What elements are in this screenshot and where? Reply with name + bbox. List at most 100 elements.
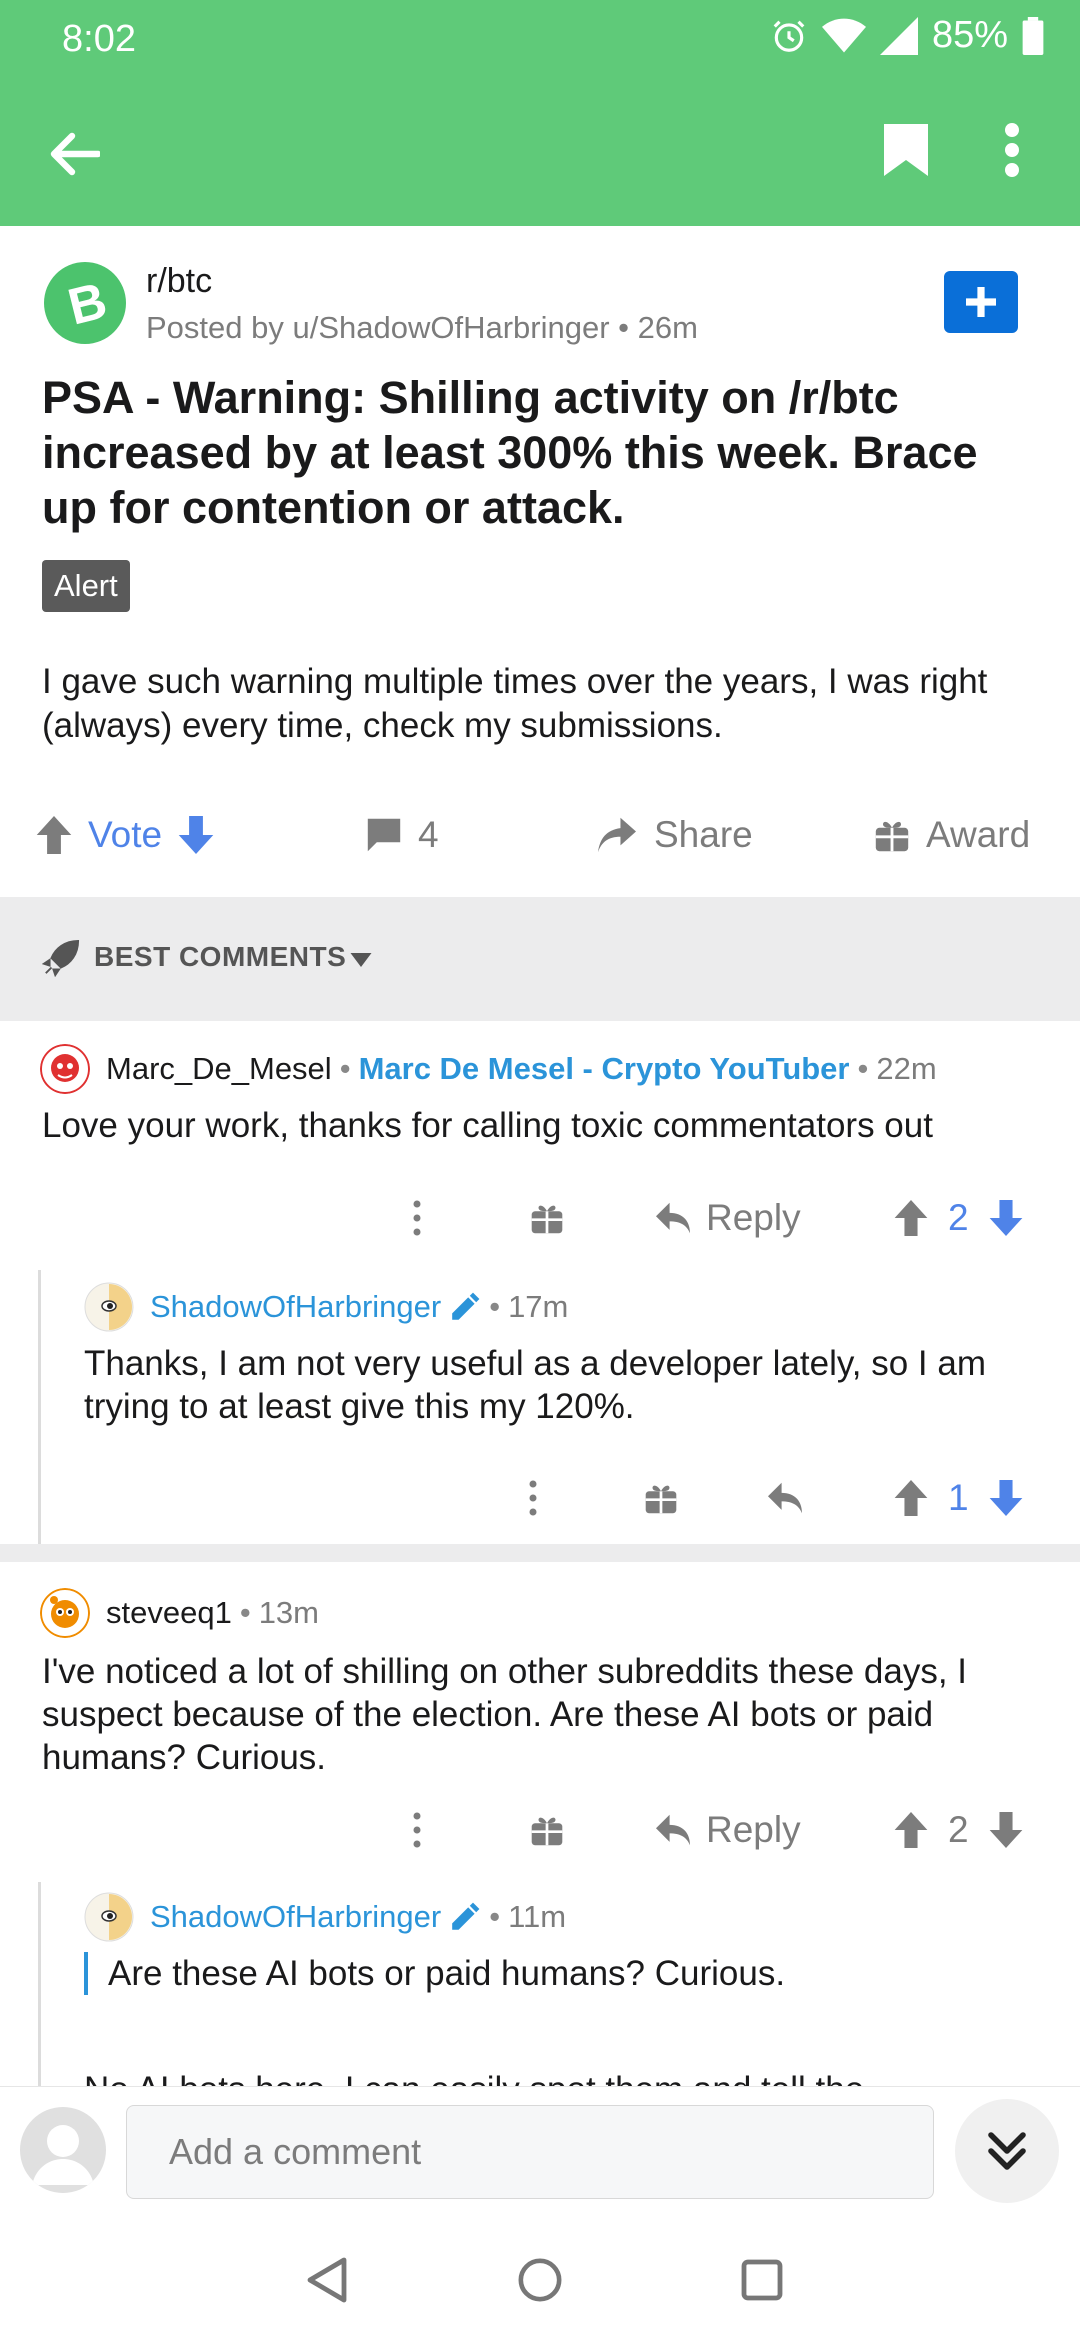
comment-body: Thanks, I am not very useful as a develo… (84, 1344, 987, 1426)
upvote-icon[interactable] (894, 1480, 928, 1516)
award-label: Award (926, 814, 1031, 855)
more-vert-icon (1005, 123, 1019, 177)
blockquote: Are these AI bots or paid humans? Curiou… (84, 1952, 1024, 1995)
svg-text:B: B (63, 275, 110, 331)
post-flair[interactable]: Alert (42, 560, 130, 612)
comment-body: Love your work, thanks for calling toxic… (42, 1106, 933, 1145)
back-arrow-icon (50, 132, 100, 176)
comment-header: ShadowOfHarbringer • 11m (84, 1892, 566, 1942)
reply-icon (768, 1482, 802, 1514)
award-button[interactable]: Award (874, 800, 1030, 870)
comment-time: 22m (876, 1051, 937, 1086)
subreddit-name[interactable]: r/btc (146, 262, 212, 301)
pencil-icon (452, 1902, 480, 1930)
reply-button[interactable]: Reply (654, 1798, 801, 1862)
downvote-icon[interactable] (178, 816, 214, 854)
gift-icon (531, 1817, 563, 1846)
comment-award-button[interactable] (644, 1466, 678, 1530)
comment-header: ShadowOfHarbringer • 17m (84, 1282, 568, 1332)
comment-body: I've noticed a lot of shilling on other … (42, 1652, 968, 1777)
pencil-icon (452, 1292, 480, 1320)
avatar[interactable] (20, 2107, 106, 2193)
avatar[interactable] (40, 1588, 90, 1638)
thread-divider (0, 1544, 1080, 1562)
comment-author[interactable]: ShadowOfHarbringer (150, 1899, 441, 1935)
share-button[interactable]: Share (596, 800, 753, 870)
post-header: B r/btc Posted by u/ShadowOfHarbringer •… (44, 258, 1044, 348)
comment-time: 11m (508, 1899, 567, 1934)
rocket-icon (42, 939, 80, 977)
comment-more-button[interactable] (528, 1466, 538, 1530)
comment-thread: Marc_De_Mesel • Marc De Mesel - Crypto Y… (0, 1022, 1080, 1550)
nav-recents-button[interactable] (732, 2250, 792, 2310)
battery-percent: 85% (931, 14, 1008, 56)
thread-line (38, 1882, 41, 2086)
subreddit-avatar[interactable]: B (44, 262, 126, 344)
comment-vote-control: 2 (894, 1798, 1023, 1862)
avatar[interactable] (40, 1044, 90, 1094)
upvote-icon[interactable] (36, 816, 72, 854)
comment-vote-control: 1 (894, 1466, 1023, 1530)
comments-button[interactable]: 4 (366, 800, 439, 870)
upvote-icon[interactable] (894, 1200, 928, 1236)
user-icon (32, 2125, 94, 2185)
comment-more-button[interactable] (412, 1798, 422, 1862)
bookmark-button[interactable] (880, 120, 940, 188)
battery-icon (1022, 16, 1044, 55)
more-options-button[interactable] (1002, 120, 1042, 188)
comment-author[interactable]: Marc_De_Mesel (106, 1051, 332, 1087)
square-recents-icon (741, 2259, 783, 2301)
share-label: Share (654, 814, 753, 855)
comment-time: 13m (258, 1595, 319, 1630)
back-button[interactable] (40, 120, 108, 188)
comment-award-button[interactable] (530, 1186, 564, 1250)
more-vert-icon (413, 1812, 421, 1848)
comment-score: 1 (948, 1477, 969, 1518)
comment-composer: Add a comment (0, 2086, 1080, 2220)
comment-more-button[interactable] (412, 1186, 422, 1250)
downvote-icon[interactable] (989, 1200, 1023, 1236)
triangle-back-icon (307, 2257, 347, 2303)
chevron-down-icon (350, 953, 372, 967)
comment-body: No AI bots here. I can easily spot them … (84, 2068, 1044, 2086)
gift-icon (645, 1485, 677, 1514)
comment-icon (367, 818, 401, 852)
upvote-icon[interactable] (894, 1812, 928, 1848)
comment-header: steveeq1 • 13m (40, 1588, 319, 1638)
post-action-bar: Vote 4 Share Award (0, 800, 1080, 870)
nav-home-button[interactable] (510, 2250, 570, 2310)
join-subreddit-button[interactable] (944, 271, 1018, 333)
downvote-icon[interactable] (989, 1812, 1023, 1848)
comment-author[interactable]: steveeq1 (106, 1595, 232, 1631)
plus-icon (966, 287, 996, 317)
nav-back-button[interactable] (296, 2250, 356, 2310)
more-vert-icon (413, 1200, 421, 1236)
share-icon (598, 817, 636, 853)
vote-label: Vote (88, 814, 163, 855)
comment-author[interactable]: ShadowOfHarbringer (150, 1289, 441, 1325)
comment-score: 2 (948, 1809, 969, 1850)
app-header: 8:02 85% (0, 0, 1080, 226)
comment-score: 2 (948, 1197, 969, 1238)
reply-button[interactable] (766, 1466, 804, 1530)
avatar[interactable] (84, 1892, 134, 1942)
comment-award-button[interactable] (530, 1798, 564, 1862)
signal-icon (879, 16, 918, 55)
status-icons: 85% (770, 14, 1044, 57)
comment-input[interactable]: Add a comment (126, 2105, 934, 2199)
reply-button[interactable]: Reply (654, 1186, 801, 1250)
avatar[interactable] (84, 1282, 134, 1332)
jump-next-comment-button[interactable] (955, 2099, 1059, 2203)
post-meta[interactable]: Posted by u/ShadowOfHarbringer • 26m (146, 310, 698, 346)
alarm-icon (773, 20, 805, 52)
post-body: I gave such warning multiple times over … (42, 662, 988, 745)
comment-time: 17m (508, 1289, 569, 1324)
system-navigation-bar (0, 2220, 1080, 2340)
status-time: 8:02 (62, 18, 136, 60)
comment-sort-bar[interactable]: BEST COMMENTS (0, 897, 1080, 1021)
comment-actions: 1 (0, 1466, 1080, 1530)
more-vert-icon (529, 1480, 537, 1516)
chevron-double-down-icon (988, 2132, 1026, 2170)
reply-label: Reply (706, 1809, 801, 1850)
downvote-icon[interactable] (989, 1480, 1023, 1516)
